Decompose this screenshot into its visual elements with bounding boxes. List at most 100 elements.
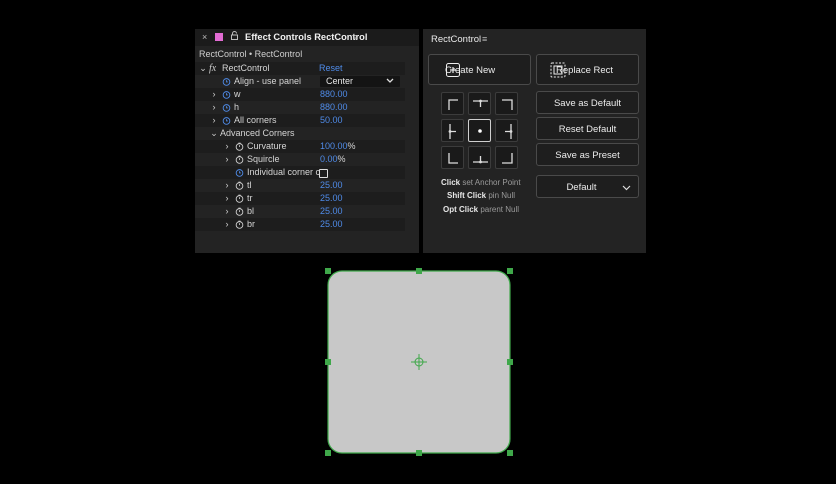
stopwatch-icon[interactable] (235, 142, 244, 151)
stopwatch-icon[interactable] (235, 155, 244, 164)
handle-middle-left[interactable] (325, 359, 331, 365)
param-label: w (234, 89, 241, 99)
param-row-tl: › tl 25.00 (195, 179, 405, 192)
composition-viewer[interactable] (322, 264, 518, 460)
tr-value[interactable]: 25.00 (320, 192, 343, 205)
stopwatch-icon[interactable] (222, 116, 231, 125)
anchor-top-left[interactable] (441, 92, 464, 115)
reset-link[interactable]: Reset (319, 62, 343, 75)
panel-title: Effect Controls RectControl (245, 32, 368, 42)
param-row-individual-corner: Individual corner c (195, 166, 405, 179)
save-as-default-label: Save as Default (553, 98, 622, 109)
br-value[interactable]: 25.00 (320, 218, 343, 231)
fx-toggle-icon[interactable]: fx (209, 62, 216, 75)
individual-corner-checkbox[interactable] (319, 169, 328, 178)
stopwatch-icon[interactable] (235, 220, 244, 229)
param-row-br: › br 25.00 (195, 218, 405, 231)
chevron-right-icon[interactable]: › (223, 205, 231, 218)
anchor-top-right[interactable] (495, 92, 518, 115)
align-dropdown-value: Center (326, 76, 354, 86)
stopwatch-icon[interactable] (235, 168, 244, 177)
effect-row[interactable]: ⌄ fx RectControl Reset (195, 62, 405, 75)
save-as-preset-button[interactable]: Save as Preset (536, 143, 639, 166)
param-label: Align - use panel (234, 76, 302, 86)
param-row-all-corners: › All corners 50.00 (195, 114, 405, 127)
panel-menu-icon[interactable]: ≡ (353, 32, 358, 42)
chevron-right-icon[interactable]: › (210, 101, 218, 114)
param-row-curvature: › Curvature 100.00% (195, 140, 405, 153)
layer-breadcrumb: RectControl • RectControl (199, 49, 303, 59)
anchor-top-center[interactable] (468, 92, 491, 115)
param-row-squircle: › Squircle 0.00% (195, 153, 405, 166)
param-row-h: › h 880.00 (195, 101, 405, 114)
hint-opt-click: Opt Click parent Null (443, 205, 520, 214)
param-row-bl: › bl 25.00 (195, 205, 405, 218)
effect-name: RectControl (222, 63, 270, 73)
preset-dropdown[interactable]: Default (536, 175, 639, 198)
replace-rect-button[interactable]: Replace Rect (536, 54, 639, 85)
anchor-center[interactable] (468, 119, 491, 142)
param-label: Individual corner c (247, 167, 321, 177)
anchor-middle-left[interactable] (441, 119, 464, 142)
chevron-down-icon (386, 78, 394, 83)
hint-click: Click set Anchor Point (441, 178, 521, 187)
param-label: h (234, 102, 240, 112)
create-new-button[interactable]: Create New (428, 54, 531, 85)
handle-top-left[interactable] (325, 268, 331, 274)
all-corners-value[interactable]: 50.00 (320, 114, 343, 127)
hint-shift-click: Shift Click pin Null (447, 191, 516, 200)
chevron-right-icon[interactable]: › (223, 140, 231, 153)
anchor-bottom-left[interactable] (441, 146, 464, 169)
tl-value[interactable]: 25.00 (320, 179, 343, 192)
param-label: tr (247, 193, 253, 203)
panel-title: RectControl (431, 34, 482, 45)
stopwatch-icon[interactable] (235, 194, 244, 203)
h-value[interactable]: 880.00 (320, 101, 348, 114)
effect-controls-panel: × Effect Controls RectControl ≡ RectCont… (195, 29, 419, 253)
align-dropdown[interactable]: Center (320, 76, 400, 87)
squircle-value[interactable]: 0.00% (320, 153, 346, 166)
close-tab-button[interactable]: × (202, 32, 207, 42)
lock-icon[interactable] (231, 31, 238, 40)
stopwatch-icon[interactable] (235, 207, 244, 216)
anchor-bottom-right[interactable] (495, 146, 518, 169)
chevron-right-icon[interactable]: › (223, 179, 231, 192)
rectcontrol-panel: RectControl ≡ Create New Replace Rect Cl… (423, 29, 646, 253)
anchor-bottom-center[interactable] (468, 146, 491, 169)
handle-bottom-right[interactable] (507, 450, 513, 456)
effect-controls-tab[interactable]: × Effect Controls RectControl ≡ (195, 29, 419, 46)
replace-rect-label: Replace Rect (556, 65, 614, 76)
chevron-right-icon[interactable]: › (223, 218, 231, 231)
stopwatch-icon[interactable] (222, 90, 231, 99)
chevron-right-icon[interactable]: › (223, 192, 231, 205)
save-as-default-button[interactable]: Save as Default (536, 91, 639, 114)
chevron-right-icon[interactable]: › (210, 114, 218, 127)
chevron-right-icon[interactable]: › (210, 88, 218, 101)
anchor-grid (441, 92, 519, 170)
stopwatch-icon[interactable] (222, 77, 231, 86)
param-label: bl (247, 206, 255, 216)
create-new-label: Create New (445, 65, 496, 76)
chevron-down-icon[interactable]: ⌄ (210, 127, 218, 140)
group-label: Advanced Corners (220, 128, 295, 138)
w-value[interactable]: 880.00 (320, 88, 348, 101)
group-row-advanced-corners[interactable]: ⌄ Advanced Corners (195, 127, 405, 140)
chevron-down-icon[interactable]: ⌄ (199, 62, 207, 75)
curvature-value[interactable]: 100.00% (320, 140, 356, 153)
param-row-w: › w 880.00 (195, 88, 405, 101)
handle-bottom-left[interactable] (325, 450, 331, 456)
reset-default-button[interactable]: Reset Default (536, 117, 639, 140)
panel-menu-icon[interactable]: ≡ (482, 34, 487, 44)
chevron-right-icon[interactable]: › (223, 153, 231, 166)
anchor-middle-right[interactable] (495, 119, 518, 142)
chevron-down-icon (622, 185, 631, 191)
handle-bottom-center[interactable] (416, 450, 422, 456)
stopwatch-icon[interactable] (235, 181, 244, 190)
save-as-preset-label: Save as Preset (555, 150, 620, 161)
stopwatch-icon[interactable] (222, 103, 231, 112)
bl-value[interactable]: 25.00 (320, 205, 343, 218)
handle-top-right[interactable] (507, 268, 513, 274)
handle-middle-right[interactable] (507, 359, 513, 365)
handle-top-center[interactable] (416, 268, 422, 274)
reset-default-label: Reset Default (558, 124, 617, 135)
